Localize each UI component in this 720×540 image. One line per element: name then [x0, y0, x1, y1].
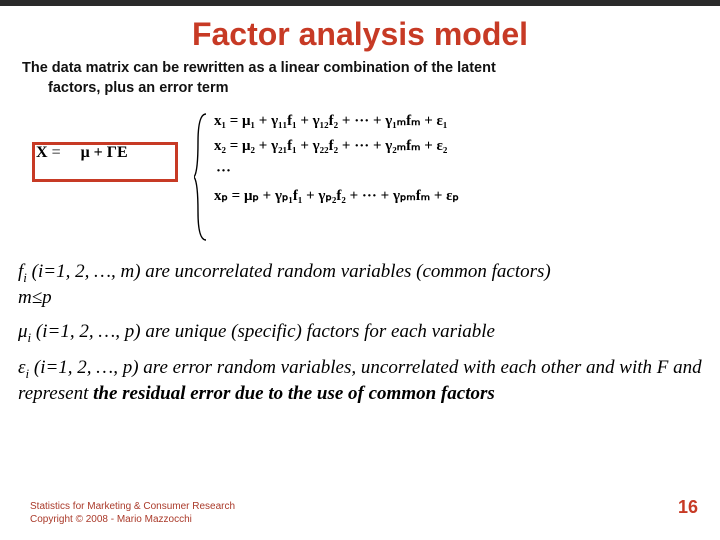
sym-plus: +: [94, 144, 103, 161]
page-number: 16: [678, 497, 698, 518]
sym-X: X: [36, 144, 48, 161]
sym-Gamma: Γ: [107, 144, 117, 161]
footer-credits: Statistics for Marketing & Consumer Rese…: [30, 500, 235, 526]
footer-line-2: Copyright © 2008 - Mario Mazzocchi: [30, 514, 192, 525]
top-accent-bar: [0, 0, 720, 6]
desc-specific-factors: μi (i=1, 2, …, p) are unique (specific) …: [18, 320, 702, 346]
sym-mu-i: μ: [18, 321, 28, 342]
footer-line-1: Statistics for Marketing & Consumer Rese…: [30, 501, 235, 512]
intro-line-2: factors, plus an error term: [22, 79, 698, 99]
slide-title: Factor analysis model: [0, 16, 720, 53]
sym-eps: ε: [18, 357, 26, 378]
left-brace-icon: [194, 112, 208, 242]
sym-E: E: [117, 144, 128, 161]
eq-row-1: x₁ = μ₁ + γ₁₁f₁ + γ₁₂f₂ + ··· + γ₁ₘfₘ + …: [214, 114, 459, 129]
desc-common-factors: fi (i=1, 2, …, m) are uncorrelated rando…: [18, 260, 702, 310]
eq-row-p: xₚ = μₚ + γₚ₁f₁ + γₚ₂f₂ + ··· + γₚₘfₘ + …: [214, 189, 459, 204]
equation-area: X = μ + ΓE x₁ = μ₁ + γ₁₁f₁ + γ₁₂f₂ + ···…: [18, 108, 720, 248]
sym-mu: μ: [81, 144, 90, 161]
desc3-bold: the residual error due to the use of com…: [93, 383, 495, 404]
desc2-text: (i=1, 2, …, p) are unique (specific) fac…: [31, 321, 495, 342]
eq-row-dots: ···: [216, 164, 459, 179]
intro-line-1: The data matrix can be rewritten as a li…: [22, 60, 496, 76]
desc-error-variables: εi (i=1, 2, …, p) are error random varia…: [18, 356, 702, 406]
equation-lhs: X = μ + ΓE: [36, 144, 128, 162]
intro-text: The data matrix can be rewritten as a li…: [22, 59, 698, 98]
eq-row-2: x₂ = μ₂ + γ₂₁f₁ + γ₂₂f₂ + ··· + γ₂ₘfₘ + …: [214, 139, 459, 154]
desc1-text: (i=1, 2, …, m) are uncorrelated random v…: [27, 261, 551, 282]
equation-rhs: x₁ = μ₁ + γ₁₁f₁ + γ₁₂f₂ + ··· + γ₁ₘfₘ + …: [214, 114, 459, 214]
desc1b-text: m≤p: [18, 287, 52, 308]
sym-eq: =: [52, 144, 61, 161]
